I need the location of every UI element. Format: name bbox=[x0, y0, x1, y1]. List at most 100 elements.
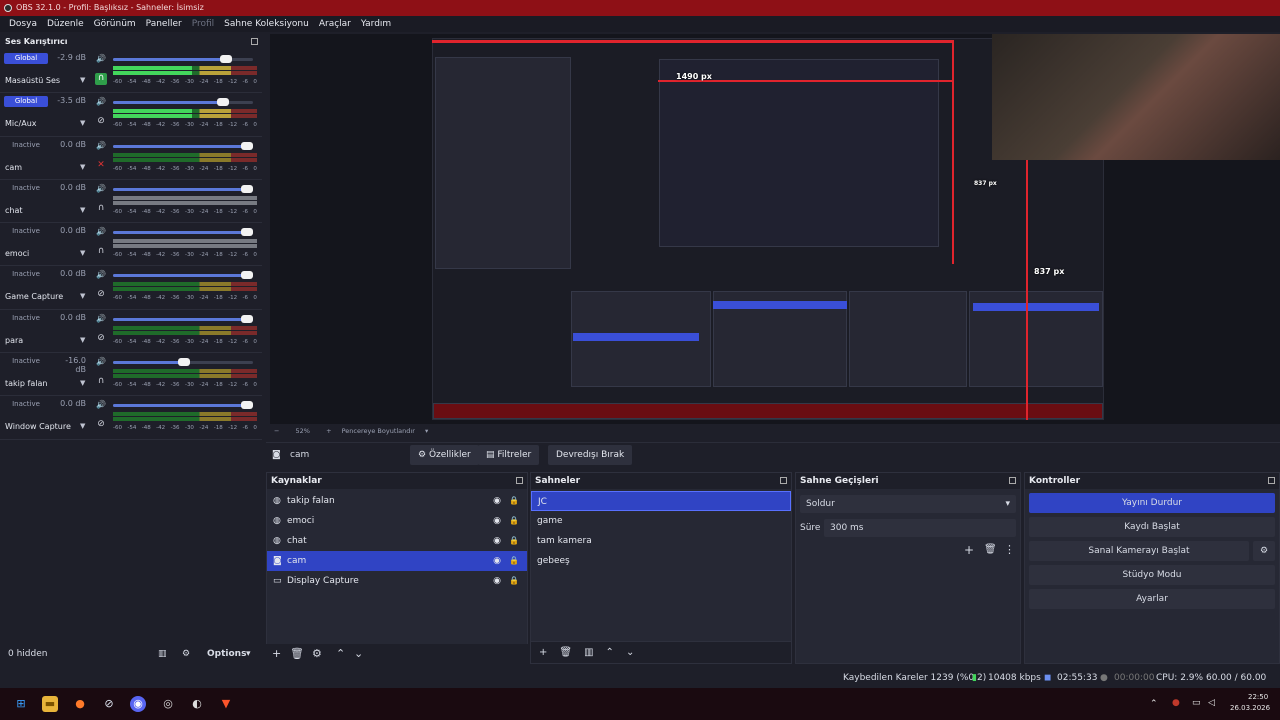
speaker-icon[interactable]: 🔊 bbox=[96, 141, 106, 150]
monitor-off-icon[interactable]: ⊘ bbox=[95, 419, 107, 431]
gear-icon[interactable]: ⚙ bbox=[1253, 541, 1275, 561]
options-button[interactable]: Options bbox=[207, 644, 246, 664]
lock-icon[interactable]: 🔒 bbox=[509, 571, 519, 591]
visibility-eye-icon[interactable]: ◉ bbox=[493, 531, 501, 551]
volume-slider-handle[interactable] bbox=[220, 55, 232, 63]
source-item[interactable]: ▭ Display Capture ◉ 🔒 bbox=[267, 571, 527, 591]
channel-menu-icon[interactable]: ▼ bbox=[80, 292, 85, 300]
headphones-icon[interactable]: ∩ bbox=[95, 203, 107, 215]
channel-menu-icon[interactable]: ▼ bbox=[80, 379, 85, 387]
add-scene-button[interactable]: + bbox=[539, 647, 547, 658]
channel-scope-badge[interactable]: Inactive bbox=[4, 226, 48, 237]
volume-slider[interactable] bbox=[113, 55, 253, 63]
zoom-in-button[interactable]: + bbox=[326, 427, 331, 435]
volume-slider-handle[interactable] bbox=[241, 314, 253, 323]
add-transition-button[interactable]: + bbox=[964, 543, 974, 557]
columns-icon[interactable]: ▥ bbox=[158, 644, 167, 664]
scene-item[interactable]: JC bbox=[531, 491, 791, 511]
preview-canvas[interactable]: 1490 px 837 px 837 px bbox=[270, 34, 1280, 424]
headphones-icon[interactable]: ∩ bbox=[95, 246, 107, 258]
file-explorer-icon[interactable]: ▬ bbox=[42, 696, 58, 712]
visibility-eye-icon[interactable]: ◉ bbox=[493, 511, 501, 531]
channel-menu-icon[interactable]: ▼ bbox=[80, 76, 85, 84]
tray-app-icon[interactable]: ● bbox=[1172, 698, 1180, 708]
volume-slider-handle[interactable] bbox=[241, 228, 253, 237]
scene-item[interactable]: tam kamera bbox=[531, 531, 791, 551]
channel-menu-icon[interactable]: ▼ bbox=[80, 163, 85, 171]
volume-slider-handle[interactable] bbox=[241, 401, 253, 410]
undock-icon[interactable] bbox=[516, 477, 523, 484]
volume-slider-handle[interactable] bbox=[241, 141, 253, 150]
speaker-icon[interactable]: 🔊 bbox=[96, 400, 106, 409]
windows-start-icon[interactable]: ⊞ bbox=[13, 696, 29, 712]
volume-slider[interactable] bbox=[113, 314, 253, 323]
firefox-icon[interactable]: ● bbox=[72, 696, 88, 712]
menu-docks[interactable]: Paneller bbox=[141, 16, 187, 32]
undock-icon[interactable] bbox=[780, 477, 787, 484]
visibility-eye-icon[interactable]: ◉ bbox=[493, 571, 501, 591]
move-up-button[interactable]: ⌃ bbox=[336, 644, 345, 664]
chevron-up-icon[interactable]: ⌃ bbox=[1150, 699, 1158, 709]
menu-help[interactable]: Yardım bbox=[356, 16, 396, 32]
chevron-down-icon[interactable]: ▾ bbox=[425, 427, 428, 435]
speaker-icon[interactable]: ◁ bbox=[1208, 698, 1215, 708]
channel-scope-badge[interactable]: Inactive bbox=[4, 140, 48, 151]
speaker-icon[interactable]: 🔊 bbox=[96, 270, 106, 279]
menu-edit[interactable]: Düzenle bbox=[42, 16, 89, 32]
visibility-eye-icon[interactable]: ◉ bbox=[493, 551, 501, 571]
start-recording-button[interactable]: Kaydı Başlat bbox=[1029, 517, 1275, 537]
more-options-icon[interactable]: ⋮ bbox=[1004, 543, 1015, 556]
resize-to-window[interactable]: Pencereye Boyutlandır bbox=[342, 427, 415, 435]
source-item[interactable]: ◙ cam ◉ 🔒 bbox=[267, 551, 527, 571]
remove-source-button[interactable]: 🗑 bbox=[290, 644, 304, 664]
speaker-icon[interactable]: 🔊 bbox=[96, 227, 106, 236]
undock-icon[interactable] bbox=[251, 38, 258, 45]
github-icon[interactable]: ◐ bbox=[189, 696, 205, 712]
volume-slider[interactable] bbox=[113, 141, 253, 150]
source-item[interactable]: ◍ chat ◉ 🔒 bbox=[267, 531, 527, 551]
add-source-button[interactable]: + bbox=[272, 644, 281, 664]
channel-scope-badge[interactable]: Inactive bbox=[4, 399, 48, 410]
transition-select[interactable]: Soldur ▾ bbox=[800, 495, 1016, 513]
obs-icon[interactable]: ◎ bbox=[160, 696, 176, 712]
visibility-eye-icon[interactable]: ◉ bbox=[493, 491, 501, 511]
stop-stream-button[interactable]: Yayını Durdur bbox=[1029, 493, 1275, 513]
properties-button[interactable]: ⚙ Özellikler bbox=[410, 445, 479, 465]
volume-slider[interactable] bbox=[113, 401, 253, 410]
remove-scene-button[interactable]: 🗑 bbox=[559, 647, 572, 658]
volume-slider[interactable] bbox=[113, 271, 253, 280]
volume-slider[interactable] bbox=[113, 228, 253, 237]
menu-view[interactable]: Görünüm bbox=[89, 16, 141, 32]
channel-menu-icon[interactable]: ▼ bbox=[80, 249, 85, 257]
settings-icon[interactable]: ⚙ bbox=[182, 644, 190, 664]
monitor-off-icon[interactable]: ⊘ bbox=[95, 333, 107, 345]
volume-slider-handle[interactable] bbox=[217, 98, 230, 107]
channel-menu-icon[interactable]: ▼ bbox=[80, 206, 85, 214]
duration-input[interactable]: 300 ms bbox=[824, 519, 1016, 537]
monitor-off-icon[interactable]: ⊘ bbox=[95, 289, 107, 301]
clock-date[interactable]: 26.03.2026 bbox=[1230, 704, 1270, 712]
studio-mode-button[interactable]: Stüdyo Modu bbox=[1029, 565, 1275, 585]
channel-menu-icon[interactable]: ▼ bbox=[80, 119, 85, 127]
speaker-icon[interactable]: 🔊 bbox=[96, 357, 106, 366]
scene-item[interactable]: gebeeş bbox=[531, 551, 791, 571]
channel-scope-badge[interactable]: Global bbox=[4, 96, 48, 108]
lock-icon[interactable]: 🔒 bbox=[509, 491, 519, 511]
monitor-off-icon[interactable]: ✕ bbox=[95, 160, 107, 172]
channel-scope-badge[interactable]: Inactive bbox=[4, 313, 48, 324]
scene-item[interactable]: game bbox=[531, 511, 791, 531]
deactivate-button[interactable]: Devredışı Bırak bbox=[548, 445, 633, 465]
channel-scope-badge[interactable]: Inactive bbox=[4, 356, 48, 367]
volume-slider[interactable] bbox=[113, 358, 253, 367]
volume-slider[interactable] bbox=[113, 184, 253, 193]
lock-icon[interactable]: 🔒 bbox=[509, 531, 519, 551]
scene-filters-button[interactable]: ▥ bbox=[584, 647, 593, 658]
headphones-icon[interactable]: ∩ bbox=[95, 376, 107, 388]
speaker-icon[interactable]: 🔊 bbox=[96, 97, 106, 106]
undock-icon[interactable] bbox=[1268, 477, 1275, 484]
source-item[interactable]: ◍ takip falan ◉ 🔒 bbox=[267, 491, 527, 511]
volume-slider-handle[interactable] bbox=[241, 184, 253, 193]
steam-icon[interactable]: ⊘ bbox=[101, 696, 117, 712]
clock-time[interactable]: 22:50 bbox=[1248, 693, 1268, 701]
menu-tools[interactable]: Araçlar bbox=[314, 16, 356, 32]
